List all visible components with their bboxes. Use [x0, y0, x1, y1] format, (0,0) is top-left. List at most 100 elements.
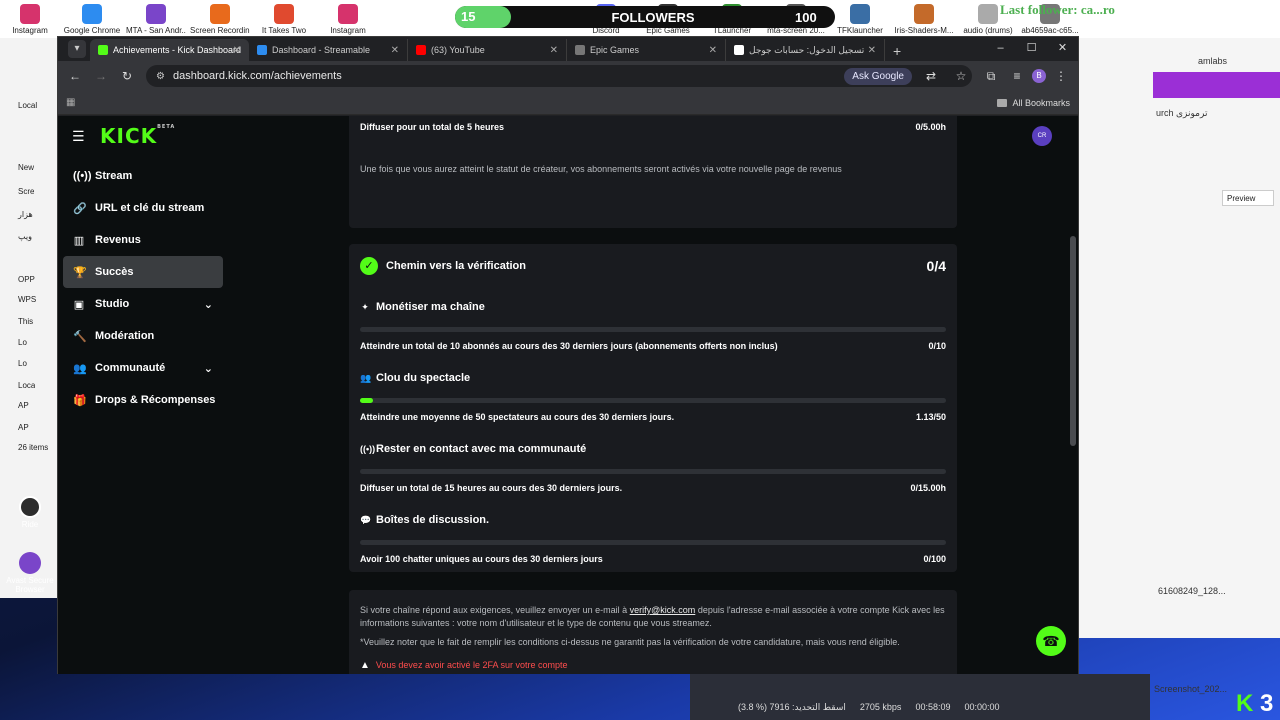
desktop-icon[interactable]: Instagram [0, 4, 60, 35]
explorer-row[interactable]: This [0, 312, 33, 332]
kick-logo[interactable]: KICKBETA [100, 124, 175, 148]
menu-dots-icon[interactable]: ⋮ [1050, 65, 1072, 87]
user-avatar[interactable]: CR [1032, 126, 1052, 146]
tab-search-icon[interactable]: ▾ [68, 40, 86, 58]
explorer-row[interactable]: OPP [0, 270, 35, 290]
explorer-row[interactable]: هزار [0, 205, 33, 225]
followers-goal-count: 100 [795, 9, 817, 25]
page-scrollbar[interactable] [1070, 236, 1076, 446]
requirement-icon: ✦ [361, 301, 369, 312]
desktop-icon[interactable]: It Takes Two [254, 4, 314, 35]
nav-icon: ▥ [73, 234, 85, 247]
bookmark-star-icon[interactable]: ☆ [950, 65, 972, 87]
chevron-down-icon[interactable]: ⌄ [204, 298, 213, 311]
browser-tab[interactable]: Dashboard - Streamable ✕ [249, 39, 408, 61]
desktop-app-ride[interactable]: Ride [0, 496, 60, 529]
requirement-text: Diffuser un total de 15 heures au cours … [360, 483, 623, 493]
obs-file-1[interactable]: 61608249_128... [1158, 586, 1226, 596]
obs-purple-bar [1153, 72, 1280, 98]
support-chat-icon[interactable]: ☎ [1036, 626, 1066, 656]
explorer-row[interactable]: New [0, 158, 34, 178]
chevron-down-icon[interactable]: ⌄ [204, 362, 213, 375]
sidebar-item[interactable]: ▣ Studio ⌄ [63, 288, 223, 320]
obs-preview-button[interactable]: Preview [1222, 190, 1274, 206]
tab-close-icon[interactable]: ✕ [550, 45, 558, 56]
window-controls: – ☐ ✕ [985, 37, 1078, 59]
browser-tab[interactable]: تسجيل الدخول: حسابات جوجل ✕ [726, 39, 885, 61]
all-bookmarks-button[interactable]: All Bookmarks [997, 98, 1070, 108]
verify-email-link[interactable]: verify@kick.com [630, 605, 696, 615]
kick-logo-text: KICK [100, 124, 158, 148]
site-info-icon[interactable]: ⚙ [156, 71, 165, 82]
sidebar-item[interactable]: 🔨 Modération [63, 320, 223, 352]
tab-close-icon[interactable]: ✕ [709, 45, 717, 56]
bookmarks-bar: ▦ All Bookmarks [58, 91, 1078, 115]
maximize-icon[interactable]: ☐ [1016, 37, 1047, 59]
sidebar-item[interactable]: 👥 Communauté ⌄ [63, 352, 223, 384]
explorer-row[interactable]: Loca [0, 376, 35, 396]
kick-overlay-badge: K 3 [1236, 690, 1274, 717]
media-icon[interactable]: ≡ [1006, 65, 1028, 87]
followers-widget: 15 FOLLOWERS 100 [455, 6, 835, 28]
tab-close-icon[interactable]: ✕ [868, 45, 876, 56]
sidebar-item-label: Communauté [95, 362, 166, 374]
profile-avatar[interactable]: B [1032, 69, 1046, 83]
close-icon[interactable]: ✕ [1047, 37, 1078, 59]
explorer-row[interactable]: Local [0, 96, 37, 116]
sidebar-item-label: Studio [95, 298, 130, 310]
desktop-icon[interactable]: TFKlauncher [830, 4, 890, 35]
back-icon[interactable]: ← [64, 65, 86, 87]
obs-file-2[interactable]: Screenshot_202... [1154, 684, 1227, 694]
tab-close-icon[interactable]: ✕ [391, 45, 399, 56]
desktop-icon-label: It Takes Two [261, 26, 307, 35]
desktop-app-avast[interactable]: Avast Secure Browser [0, 552, 60, 594]
tab-favicon [257, 45, 267, 55]
nav-icon: 🎁 [73, 394, 87, 407]
ask-google-button[interactable]: Ask Google [844, 67, 912, 85]
previous-achievement-card: Diffuser pour un total de 5 heures 0/5.0… [349, 116, 957, 228]
verification-card: ✓ Chemin vers la vérification 0/4 ✦ Monét… [349, 244, 957, 572]
explorer-row[interactable]: 26 items [0, 438, 48, 458]
app-icon [210, 4, 230, 24]
explorer-row[interactable]: Lo [0, 333, 27, 353]
desktop-icon[interactable]: Instagram [318, 4, 378, 35]
sidebar-item[interactable]: 🎁 Drops & Récompenses [63, 384, 223, 416]
explorer-row[interactable]: ویپ [0, 227, 32, 247]
desktop-icon[interactable]: Iris-Shaders-M... [894, 4, 954, 35]
explorer-row[interactable]: AP [0, 396, 29, 416]
desktop-icon-label: Google Chrome [63, 26, 121, 35]
explorer-row[interactable]: Lo [0, 354, 27, 374]
sidebar-item[interactable]: ▥ Revenus [63, 224, 223, 256]
apps-grid-icon[interactable]: ▦ [66, 97, 75, 108]
translate-icon[interactable]: ⇄ [920, 65, 942, 87]
tab-favicon [575, 45, 585, 55]
kick-overlay-number: 3 [1260, 690, 1274, 717]
explorer-row[interactable]: WPS [0, 290, 36, 310]
browser-tab[interactable]: Epic Games ✕ [567, 39, 726, 61]
sidebar-item-label: URL et clé du stream [95, 202, 205, 214]
desktop-icon[interactable]: Screen Recording 3732d62-ed1f... [190, 4, 250, 35]
desktop-app-label: Avast Secure Browser [6, 576, 54, 594]
new-tab-icon[interactable]: + [885, 41, 909, 61]
address-bar[interactable]: ⚙ dashboard.kick.com/achievements Ask Go… [146, 65, 972, 87]
hamburger-menu-icon[interactable]: ☰ [72, 128, 88, 145]
explorer-row[interactable]: AP [0, 418, 29, 438]
desktop-icon[interactable]: MTA - San Andr... [126, 4, 186, 35]
browser-tab[interactable]: Achievements - Kick Dashboard ✕ [90, 39, 249, 61]
url-text: dashboard.kick.com/achievements [172, 70, 342, 82]
verification-requirements: ✦ Monétiser ma chaîne Atteindre un total d… [360, 300, 946, 564]
creator-note: Une fois que vous aurez atteint le statu… [360, 164, 842, 174]
browser-tab[interactable]: (63) YouTube ✕ [408, 39, 567, 61]
reload-icon[interactable]: ↻ [116, 65, 138, 87]
sidebar-item[interactable]: 🏆 Succès [63, 256, 223, 288]
tab-close-icon[interactable]: ✕ [233, 45, 241, 56]
explorer-row[interactable]: Scre [0, 182, 34, 202]
minimize-icon[interactable]: – [985, 37, 1016, 59]
forward-icon[interactable]: → [90, 65, 112, 87]
sidebar-item[interactable]: ((•)) Stream [63, 160, 223, 192]
desktop-app-label: Ride [21, 520, 39, 529]
desktop-icon[interactable]: Google Chrome [62, 4, 122, 35]
extensions-icon[interactable]: ⧉ [980, 65, 1002, 87]
tab-title: (63) YouTube [431, 45, 485, 55]
sidebar-item[interactable]: 🔗 URL et clé du stream [63, 192, 223, 224]
